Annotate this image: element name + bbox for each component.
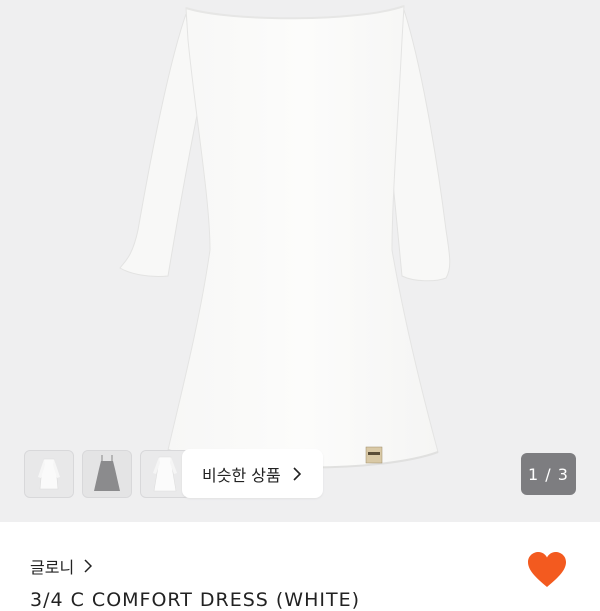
chevron-right-icon — [293, 466, 301, 481]
shop-link[interactable]: 글로니 — [30, 554, 93, 578]
similar-products-label: 비슷한 상품 — [202, 465, 281, 485]
product-title: 3/4 C COMFORT DRESS (WHITE) — [30, 589, 360, 611]
chevron-right-icon — [84, 559, 93, 573]
slip-dress-thumbnail-icon — [83, 451, 131, 497]
thumbnail-1[interactable] — [24, 450, 74, 498]
thumbnail-2[interactable] — [82, 450, 132, 498]
similar-products-button[interactable]: 비슷한 상품 — [182, 449, 323, 498]
favorite-button[interactable] — [527, 551, 567, 589]
dress-thumbnail-icon — [25, 451, 73, 497]
product-image[interactable] — [0, 0, 600, 522]
dress-photo — [119, 5, 451, 469]
shop-name: 글로니 — [30, 558, 75, 577]
product-info: 글로니 3/4 C COMFORT DRESS (WHITE) — [0, 522, 600, 611]
image-counter: 1 / 3 — [521, 453, 576, 495]
thumbnail-strip — [24, 450, 190, 498]
heart-icon — [528, 552, 566, 587]
